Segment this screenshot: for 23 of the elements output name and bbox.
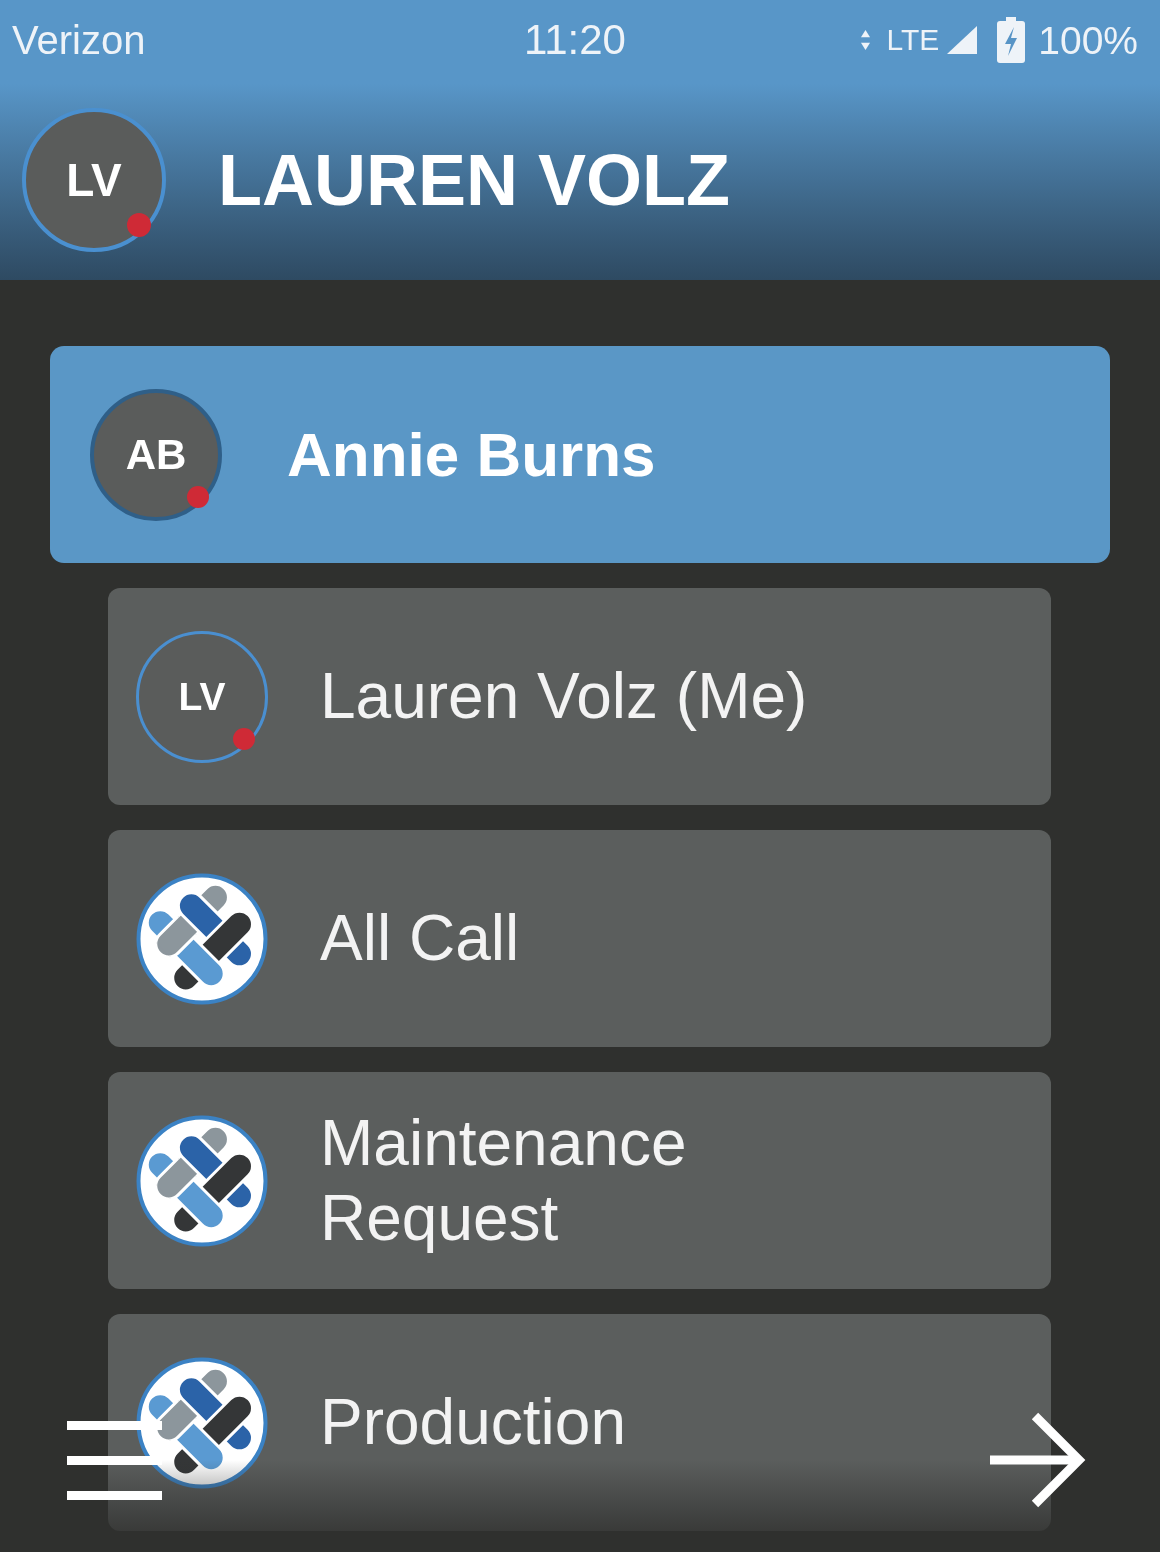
signal-icon bbox=[947, 26, 978, 54]
weave-logo-icon bbox=[136, 1114, 268, 1247]
network-type: LTE bbox=[886, 25, 940, 55]
channel-list-item[interactable]: All Call bbox=[108, 830, 1051, 1047]
channel-list-item[interactable]: Production bbox=[108, 1314, 1051, 1531]
avatar-initials: AB bbox=[125, 433, 187, 476]
status-dot-icon bbox=[187, 485, 209, 508]
menu-icon[interactable] bbox=[67, 1421, 162, 1500]
avatar-initials: LV bbox=[66, 157, 122, 203]
contact-list-item[interactable]: AB Annie Burns bbox=[50, 346, 1110, 563]
channel-list-item[interactable]: Maintenance Request bbox=[108, 1072, 1051, 1289]
clock-time: 11:20 bbox=[524, 19, 626, 61]
battery-percent: 100% bbox=[1038, 20, 1138, 60]
user-name-title: LAUREN VOLZ bbox=[218, 144, 730, 216]
carrier-name: Verizon bbox=[12, 20, 146, 60]
status-dot-icon bbox=[233, 727, 255, 750]
battery-icon bbox=[997, 17, 1026, 63]
status-dot-icon bbox=[127, 213, 151, 237]
weave-logo-icon bbox=[136, 1356, 268, 1489]
data-transfer-icon bbox=[860, 30, 872, 50]
contact-list-item[interactable]: LV Lauren Volz (Me) bbox=[108, 588, 1051, 805]
avatar-initials: LV bbox=[178, 677, 226, 716]
weave-logo-icon bbox=[136, 872, 268, 1005]
